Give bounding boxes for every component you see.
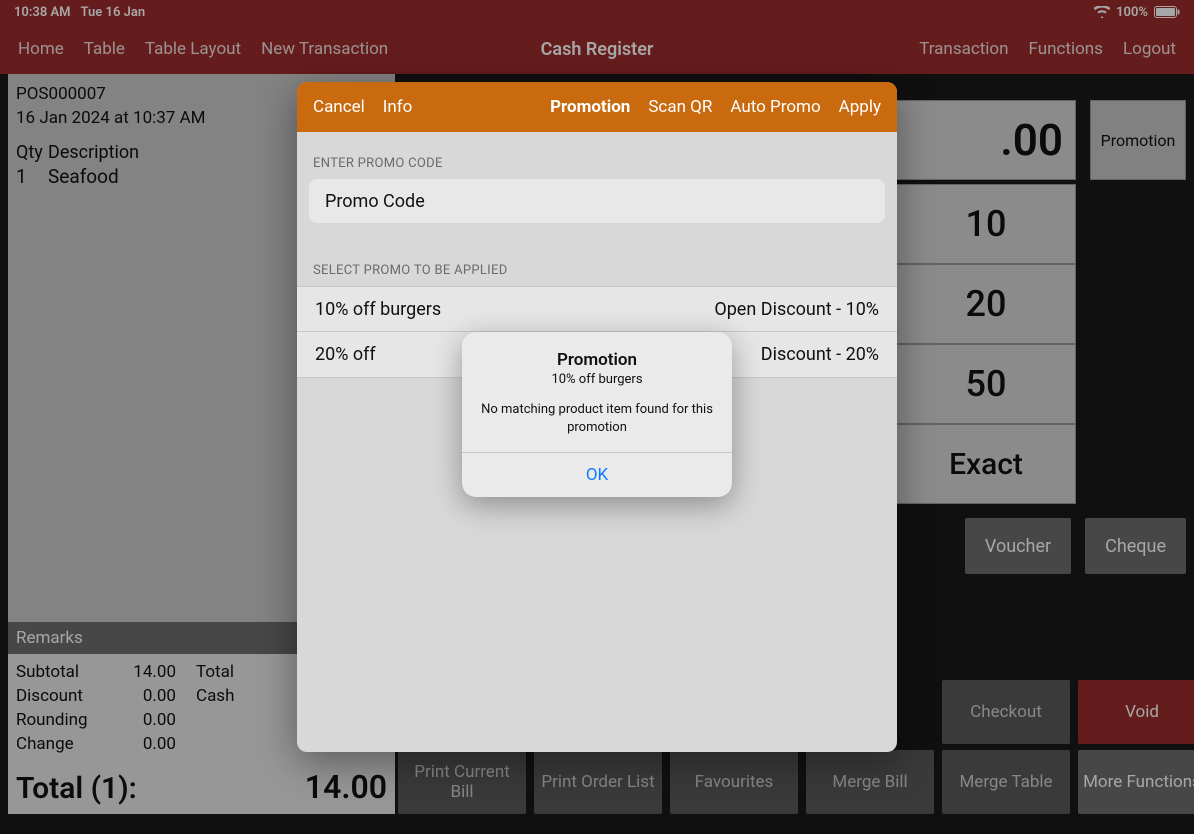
alert-ok-button[interactable]: OK (462, 453, 732, 497)
enter-promo-label: ENTER PROMO CODE (297, 132, 897, 179)
alert-title: Promotion (480, 350, 714, 370)
promo-code-input[interactable]: Promo Code (309, 179, 885, 223)
promo-detail: Discount - 20% (761, 344, 879, 365)
promo-detail: Open Discount - 10% (714, 299, 879, 320)
select-promo-label: SELECT PROMO TO BE APPLIED (297, 223, 897, 286)
cancel-button[interactable]: Cancel (313, 97, 365, 117)
apply-button[interactable]: Apply (839, 97, 881, 117)
tab-promotion[interactable]: Promotion (550, 97, 630, 117)
info-button[interactable]: Info (383, 97, 413, 117)
alert-dialog: Promotion 10% off burgers No matching pr… (462, 332, 732, 497)
alert-subtitle: 10% off burgers (480, 372, 714, 387)
tab-auto-promo[interactable]: Auto Promo (730, 97, 820, 117)
promo-name: 10% off burgers (315, 299, 441, 320)
promo-name: 20% off (315, 344, 376, 365)
promo-option[interactable]: 10% off burgers Open Discount - 10% (297, 286, 897, 332)
alert-message: No matching product item found for this … (480, 401, 714, 436)
tab-scan-qr[interactable]: Scan QR (648, 97, 712, 117)
